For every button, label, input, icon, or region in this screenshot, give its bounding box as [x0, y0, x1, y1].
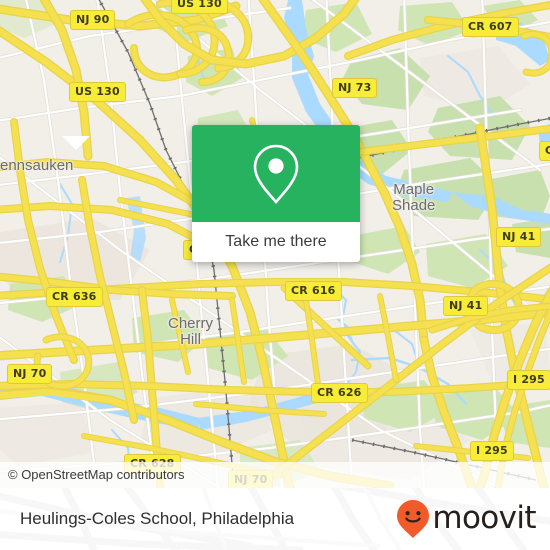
- place-label: Maple Shade: [392, 181, 436, 214]
- road-shield: NJ 90: [70, 10, 116, 30]
- road-shield: NJ 41: [443, 296, 489, 316]
- moovit-map-screenshot: .park { fill:#cfe5b4; } .wood { fill:#c8…: [0, 0, 550, 550]
- road-shield: NJ 41: [496, 227, 542, 247]
- moovit-wordmark: moovit: [432, 499, 536, 536]
- place-label: Cherry Hill: [168, 315, 214, 348]
- location-title: Heulings-Coles School, Philadelphia: [20, 509, 295, 528]
- popup-pointer-tail: [62, 136, 90, 150]
- road-shield: CR 607: [462, 17, 519, 37]
- road-shield: CR 626: [311, 383, 368, 403]
- road-shield: CR 636: [46, 287, 103, 307]
- map-pin-icon: [253, 144, 299, 204]
- road-shield: US 130: [171, 0, 228, 14]
- road-shield: I 295: [507, 370, 550, 390]
- road-shield: NJ 73: [332, 78, 378, 98]
- footer-bar: Heulings-Coles School, Philadelphia moov…: [0, 488, 550, 550]
- osm-attribution[interactable]: © OpenStreetMap contributors: [0, 462, 550, 488]
- moovit-pin-smile-icon: [397, 500, 430, 538]
- popup-header: [192, 125, 360, 222]
- road-shield: NJ 70: [7, 364, 53, 384]
- road-shield: US 130: [69, 82, 126, 102]
- road-shield: C: [539, 141, 550, 161]
- place-label: ennsauken: [0, 157, 74, 174]
- popup-footer[interactable]: Take me there: [192, 222, 360, 262]
- road-shield: I 295: [470, 441, 514, 461]
- moovit-logo[interactable]: moovit: [396, 488, 537, 550]
- location-popup-card[interactable]: Take me there: [192, 125, 360, 262]
- map-canvas[interactable]: .park { fill:#cfe5b4; } .wood { fill:#c8…: [0, 0, 550, 488]
- take-me-there-label: Take me there: [225, 233, 327, 250]
- road-shield: CR 616: [285, 281, 342, 301]
